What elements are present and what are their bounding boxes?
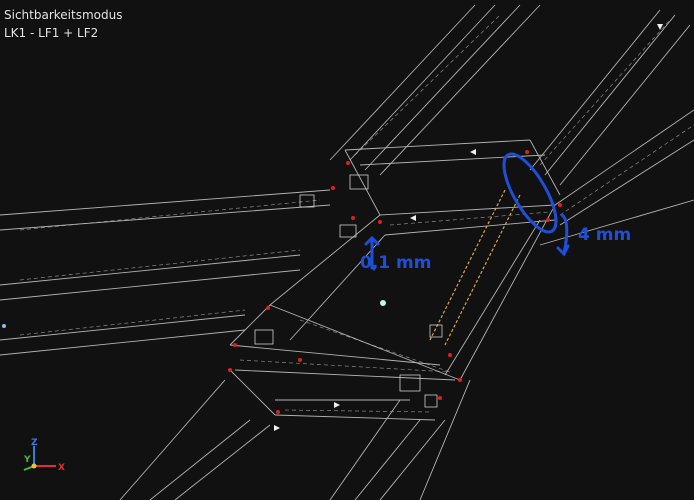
hand-annotations bbox=[364, 152, 570, 270]
axis-x-label: X bbox=[58, 463, 65, 473]
hidden-edges bbox=[19, 14, 694, 413]
wireframe-model[interactable]: 0,1 mm 4 mm X Y Z bbox=[0, 0, 694, 500]
dimension-label-right: 4 mm bbox=[578, 225, 631, 245]
visibility-mode-label: Sichtbarkeitsmodus bbox=[4, 8, 123, 22]
pivot-marker bbox=[380, 300, 386, 306]
structure-edges bbox=[0, 4, 694, 500]
load-case-label: LK1 - LF1 + LF2 bbox=[4, 26, 99, 40]
3d-viewport[interactable]: 0,1 mm 4 mm X Y Z Sichtbarkeitsmodus LK1… bbox=[0, 0, 694, 500]
dimension-label-left: 0,1 mm bbox=[360, 253, 431, 273]
edge-marker bbox=[2, 324, 6, 328]
axis-y-label: Y bbox=[23, 455, 31, 465]
highlighted-member[interactable] bbox=[429, 189, 521, 346]
axis-z-label: Z bbox=[31, 438, 38, 448]
